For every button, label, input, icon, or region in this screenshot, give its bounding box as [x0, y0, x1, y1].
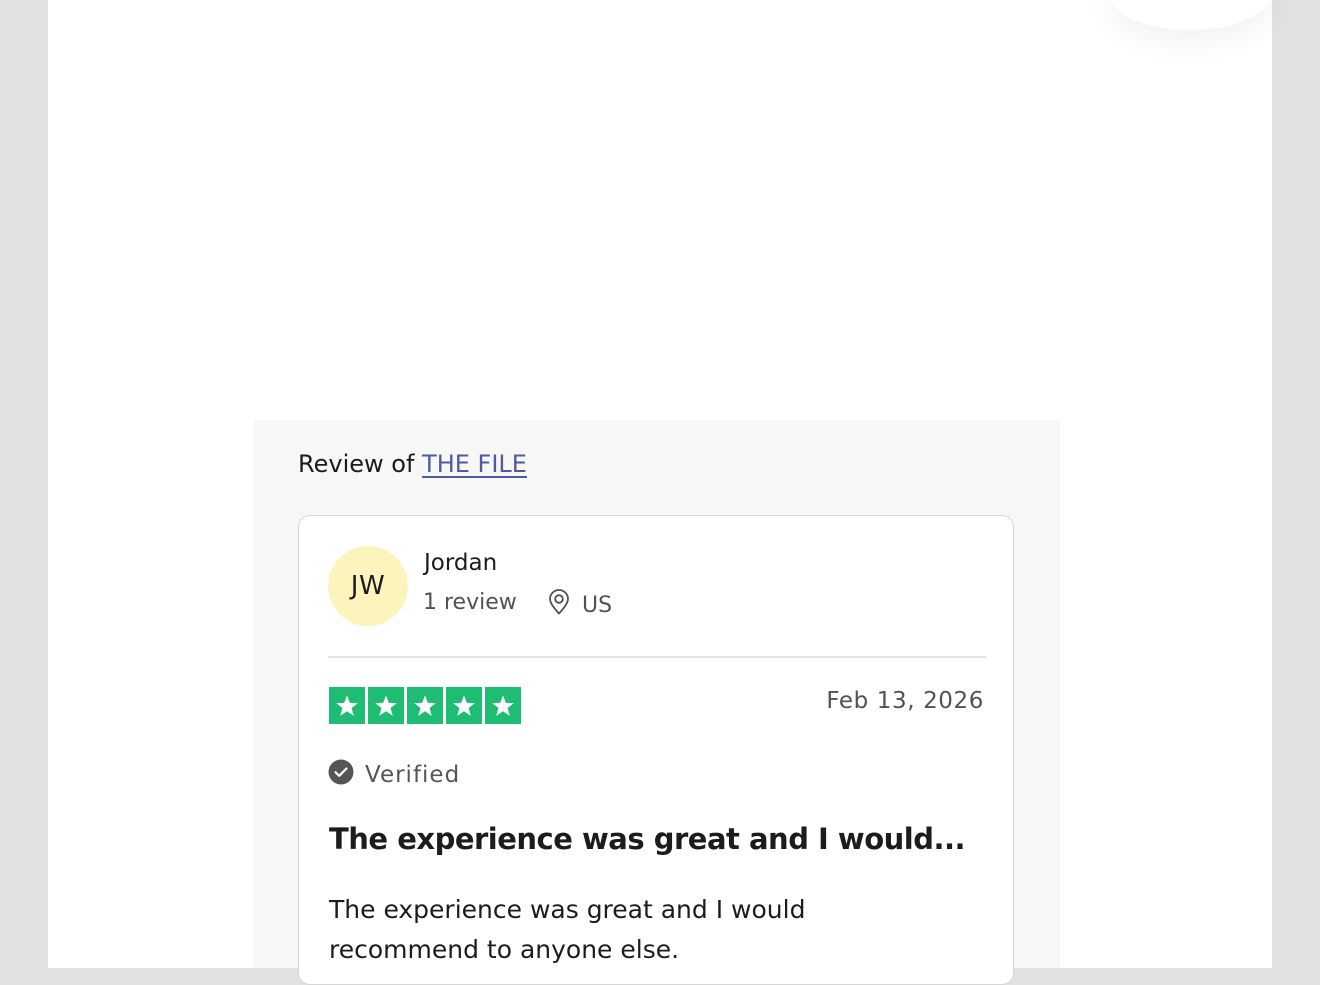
star-rating [329, 687, 521, 724]
avatar[interactable]: JW [328, 546, 408, 626]
location-pin-icon [548, 589, 570, 621]
verified-badge[interactable]: Verified [328, 759, 460, 791]
review-of-prefix: Review of [298, 450, 415, 478]
review-of-heading: Review of THE FILE [298, 450, 527, 478]
company-link[interactable]: THE FILE [422, 450, 527, 478]
location-label: US [582, 592, 613, 618]
reviewer-name[interactable]: Jordan [424, 550, 497, 576]
star-icon [368, 687, 404, 724]
reviewer-review-count: 1 review [423, 590, 517, 615]
star-icon [329, 687, 365, 724]
star-icon [485, 687, 521, 724]
review-body: The experience was great and I would rec… [329, 895, 806, 964]
card-divider [328, 656, 986, 658]
star-icon [407, 687, 443, 724]
reviewer-location: US [548, 589, 612, 621]
check-circle-icon [328, 759, 354, 791]
star-icon [446, 687, 482, 724]
review-date: Feb 13, 2026 [826, 688, 984, 714]
review-title[interactable]: The experience was great and I would... [329, 822, 966, 856]
verified-label: Verified [365, 762, 461, 788]
